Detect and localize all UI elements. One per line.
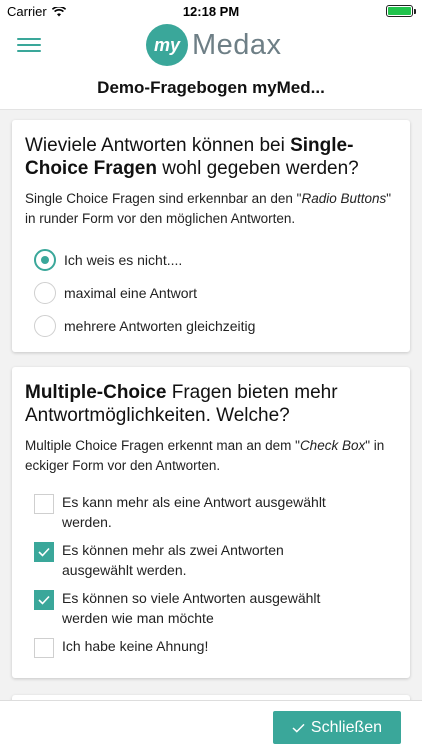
hamburger-menu-icon[interactable] [17,35,41,53]
option-label: Es können so viele Antworten ausgewählt … [62,590,321,626]
question-card-single-choice: Wieviele Antworten können bei Single-Cho… [12,120,410,352]
radio-option[interactable]: mehrere Antworten gleichzeitig [25,309,397,342]
radio-button-selected[interactable] [34,248,56,271]
mymedax-logo: my Medax [146,24,282,66]
checkbox-option[interactable]: Es können so viele Antworten ausgewählt … [25,588,397,628]
checkmark-icon [38,595,50,605]
radio-option[interactable]: Ich weis es nicht.... [25,243,397,276]
questionnaire-content[interactable]: Wieviele Antworten können bei Single-Cho… [0,110,422,700]
close-button[interactable]: Schließen [273,711,401,744]
question-description: Single Choice Fragen sind erkennbar an d… [25,191,392,226]
radio-options: Ich weis es nicht.... maximal eine Antwo… [25,243,397,342]
question-title: Wieviele Antworten können bei Single-Cho… [25,135,359,179]
option-label: Ich weis es nicht.... [64,251,183,268]
app-header: my Medax [0,22,422,66]
option-label: Es kann mehr als eine Antwort ausgewählt… [62,494,326,530]
radio-button[interactable] [34,314,56,337]
radio-option[interactable]: maximal eine Antwort [25,276,397,309]
close-button-label: Schließen [310,718,383,736]
option-label: Es können mehr als zwei Antworten ausgew… [62,542,284,578]
logo-circle: my [146,24,188,66]
checkbox-option[interactable]: Es können mehr als zwei Antworten ausgew… [25,540,397,580]
checkbox-option[interactable]: Es kann mehr als eine Antwort ausgewählt… [25,492,397,532]
check-icon [292,723,305,733]
checkbox-option[interactable]: Ich habe keine Ahnung! [25,636,397,658]
option-label: mehrere Antworten gleichzeitig [64,317,256,334]
checkbox-checked[interactable] [34,542,54,562]
question-description: Multiple Choice Fragen erkennt man an de… [25,438,385,473]
checkbox[interactable] [34,494,54,514]
page-title-bar: Demo-Fragebogen myMed... [0,66,422,110]
page-title: Demo-Fragebogen myMed... [97,77,325,97]
checkbox-options: Es kann mehr als eine Antwort ausgewählt… [25,492,397,658]
checkmark-icon [38,547,50,557]
question-title: Multiple-Choice Fragen bieten mehr Antwo… [25,382,338,426]
battery-icon [386,5,416,17]
logo-word: Medax [192,28,282,61]
bottom-bar: Schließen [0,700,422,750]
checkbox[interactable] [34,638,54,658]
checkbox-checked[interactable] [34,590,54,610]
radio-button[interactable] [34,281,56,304]
option-label: Ich habe keine Ahnung! [62,638,209,654]
option-label: maximal eine Antwort [64,284,198,301]
battery-fill [388,7,411,15]
status-time: 12:18 PM [182,4,240,19]
status-bar: Carrier 12:18 PM [0,0,422,22]
question-card-multiple-choice: Multiple-Choice Fragen bieten mehr Antwo… [12,367,410,678]
